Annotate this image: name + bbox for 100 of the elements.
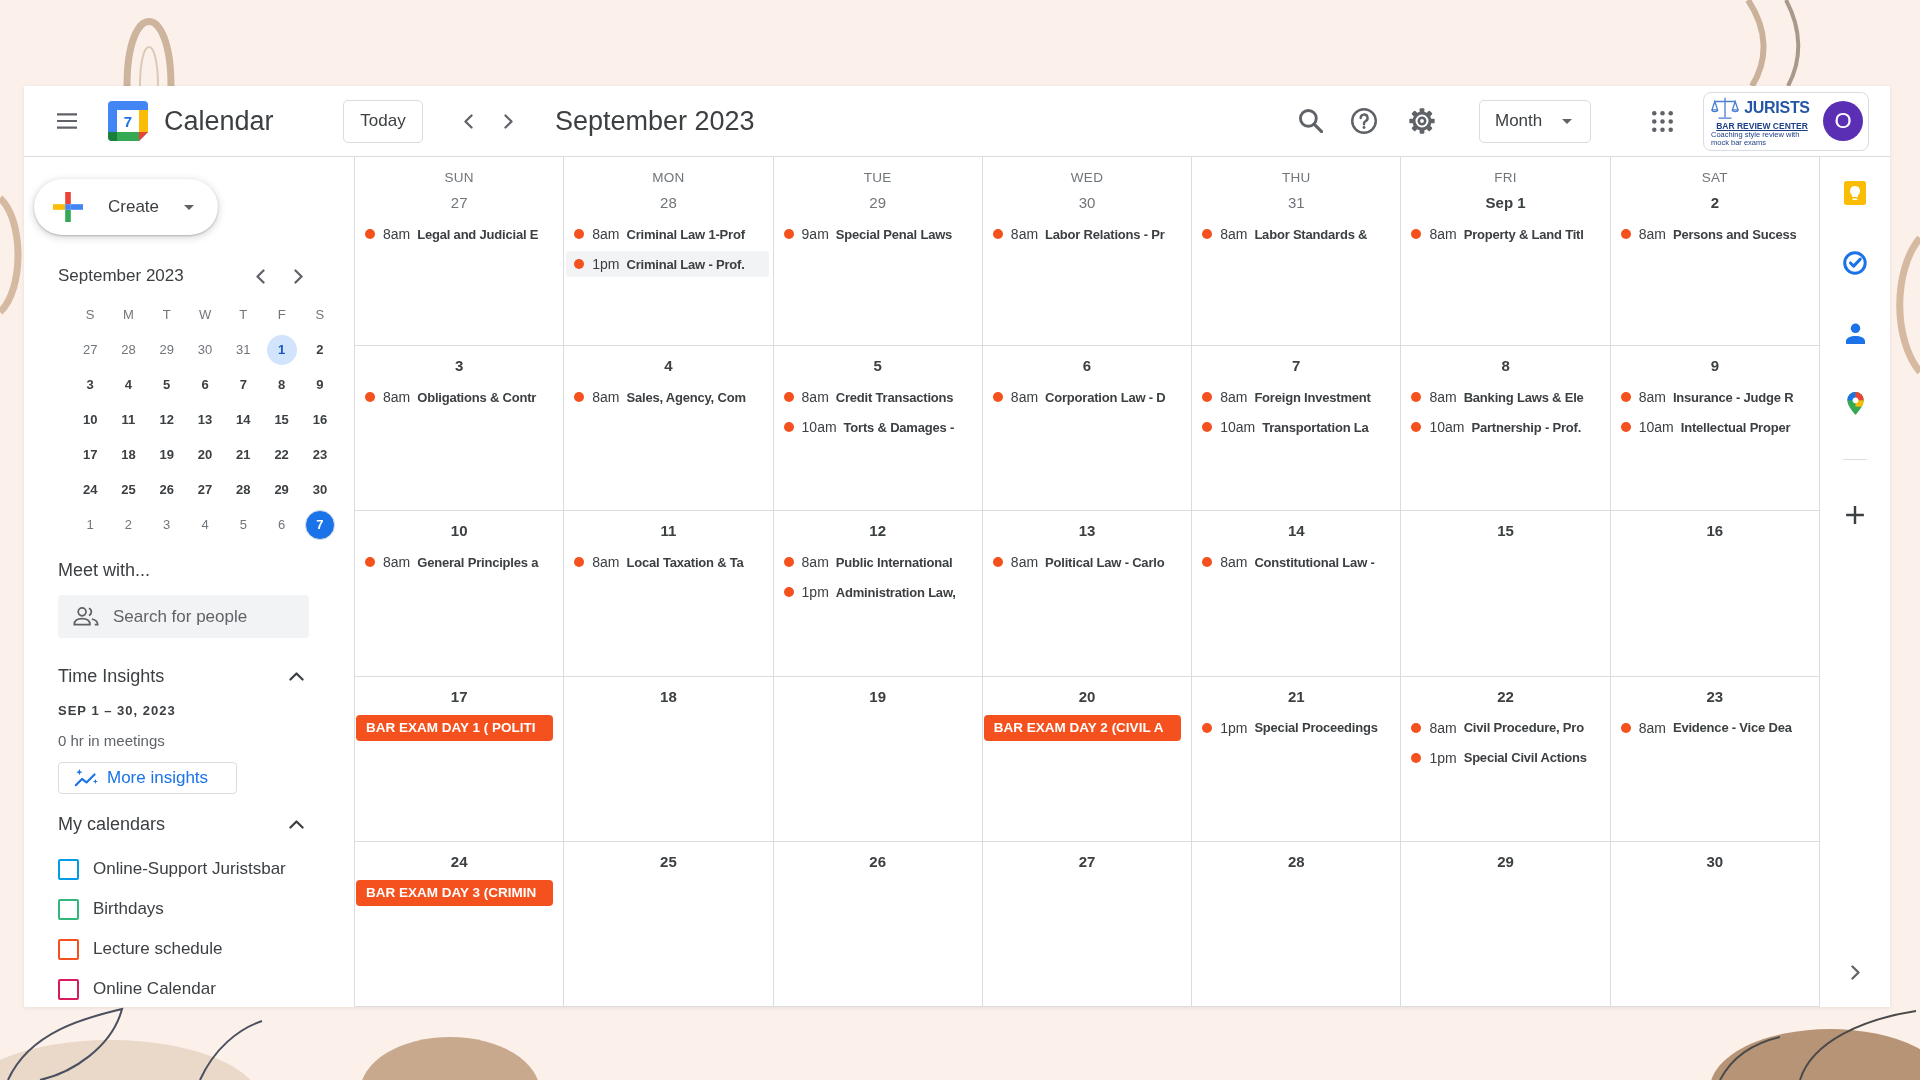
date-number[interactable]: 25 xyxy=(655,849,682,874)
event-item[interactable]: 8am Local Taxation & Ta xyxy=(566,549,769,576)
date-number[interactable]: 20 xyxy=(1073,684,1101,709)
mini-calendar-day[interactable]: 7 xyxy=(228,369,259,400)
mini-calendar-day[interactable]: 3 xyxy=(75,369,106,400)
mini-calendar-day[interactable]: 1 xyxy=(266,334,297,365)
date-number[interactable]: 10 xyxy=(445,519,473,544)
date-number[interactable]: 21 xyxy=(1282,684,1310,709)
check-circle-icon[interactable] xyxy=(1843,251,1867,275)
date-number[interactable]: 19 xyxy=(864,684,892,709)
mini-calendar-day[interactable]: 27 xyxy=(190,474,221,505)
event-item[interactable]: 8am Insurance - Judge R xyxy=(1612,384,1815,410)
today-button[interactable]: Today xyxy=(343,99,423,143)
calendar-checkbox[interactable] xyxy=(58,938,79,960)
mini-calendar-day[interactable]: 4 xyxy=(113,369,144,400)
people-search-field[interactable]: Search for people xyxy=(58,595,309,638)
date-number[interactable]: 4 xyxy=(659,354,678,378)
plus-icon[interactable] xyxy=(1846,506,1864,524)
event-item[interactable]: 8am Credit Transactions xyxy=(775,384,978,410)
event-item[interactable]: 8am Sales, Agency, Com xyxy=(566,384,769,410)
event-item[interactable]: 8am Evidence - Vice Dea xyxy=(1612,714,1815,741)
create-button[interactable]: Create xyxy=(34,179,218,235)
event-item[interactable]: 8am Persons and Sucess xyxy=(1612,221,1815,247)
date-number[interactable]: 9 xyxy=(1705,354,1724,378)
mini-calendar-day[interactable]: 31 xyxy=(228,334,259,365)
event-item[interactable]: 8am Property & Land Titl xyxy=(1403,221,1606,247)
date-number[interactable]: 13 xyxy=(1073,519,1101,544)
mini-calendar-day[interactable]: 16 xyxy=(304,404,335,435)
calendar-checkbox[interactable] xyxy=(58,858,79,880)
calendar-checkbox[interactable] xyxy=(58,978,79,1000)
date-number[interactable]: 6 xyxy=(1077,354,1097,378)
mini-calendar-day[interactable]: 27 xyxy=(75,334,106,365)
event-item[interactable]: 10am Torts & Damages - xyxy=(775,414,978,440)
date-number[interactable]: 2 xyxy=(1705,191,1724,215)
date-number[interactable]: 12 xyxy=(864,519,892,544)
date-number[interactable]: 22 xyxy=(1492,684,1519,709)
view-dropdown[interactable]: Month xyxy=(1479,99,1591,143)
date-number[interactable]: 18 xyxy=(655,684,682,709)
calendar-checkbox[interactable] xyxy=(58,898,79,920)
event-item[interactable]: 8am Public International xyxy=(775,549,978,576)
mini-calendar-day[interactable]: 22 xyxy=(266,439,297,470)
date-number[interactable]: 30 xyxy=(1701,849,1729,874)
date-number[interactable]: 16 xyxy=(1701,519,1729,544)
mini-calendar-day[interactable]: 17 xyxy=(75,439,106,470)
mini-calendar-day[interactable]: 29 xyxy=(266,474,297,505)
event-item[interactable]: 10am Intellectual Proper xyxy=(1612,414,1815,440)
mini-calendar-day[interactable]: 2 xyxy=(304,334,335,365)
date-number[interactable]: 27 xyxy=(445,191,473,215)
date-number[interactable]: 14 xyxy=(1282,519,1310,544)
event-item[interactable]: 8am Criminal Law 1-Prof xyxy=(566,221,769,247)
date-number[interactable]: 28 xyxy=(1282,849,1310,874)
mini-calendar-day[interactable]: 30 xyxy=(190,334,221,365)
date-number[interactable]: 17 xyxy=(445,684,473,709)
event-item[interactable]: 1pm Special Civil Actions xyxy=(1403,744,1606,771)
mini-calendar-day[interactable]: 20 xyxy=(190,439,221,470)
event-item[interactable]: 8am Labor Standards & xyxy=(1194,221,1397,247)
date-number[interactable]: 27 xyxy=(1073,849,1101,874)
mini-calendar-day[interactable]: 6 xyxy=(190,369,221,400)
date-number[interactable]: 26 xyxy=(864,849,892,874)
date-number[interactable]: 30 xyxy=(1073,191,1101,215)
event-item[interactable]: 8am Corporation Law - D xyxy=(984,384,1188,410)
event-item[interactable]: 1pm Criminal Law - Prof. xyxy=(566,251,769,277)
date-number[interactable]: 3 xyxy=(449,354,469,378)
mini-calendar-day[interactable]: 1 xyxy=(75,509,106,540)
mini-calendar-day[interactable]: 15 xyxy=(266,404,297,435)
event-item[interactable]: 8am Civil Procedure, Pro xyxy=(1403,714,1606,741)
more-insights-button[interactable]: More insights xyxy=(58,762,237,794)
date-number[interactable]: 5 xyxy=(868,354,887,378)
event-item[interactable]: 9am Special Penal Laws xyxy=(775,221,978,247)
event-item[interactable]: 8am Banking Laws & Ele xyxy=(1403,384,1606,410)
mini-calendar-day[interactable]: 6 xyxy=(266,509,297,540)
mini-calendar-day[interactable]: 14 xyxy=(228,404,259,435)
event-item[interactable]: 1pm Special Proceedings xyxy=(1194,714,1397,741)
event-item[interactable]: 1pm Administration Law, xyxy=(775,579,978,606)
mini-calendar-day[interactable]: 3 xyxy=(151,509,182,540)
person-icon[interactable] xyxy=(1845,322,1865,344)
mini-calendar-day[interactable]: 11 xyxy=(113,404,144,435)
date-number[interactable]: 24 xyxy=(445,849,473,874)
mini-calendar-day[interactable]: 24 xyxy=(75,474,106,505)
event-item[interactable]: 8am Foreign Investment xyxy=(1194,384,1397,410)
date-number[interactable]: 28 xyxy=(655,191,682,215)
date-number[interactable]: 29 xyxy=(1492,849,1519,874)
mini-calendar-day[interactable]: 5 xyxy=(151,369,182,400)
mini-calendar-day[interactable]: 10 xyxy=(75,404,106,435)
event-item[interactable]: 8am Labor Relations - Pr xyxy=(984,221,1188,247)
date-number[interactable]: 8 xyxy=(1496,354,1515,378)
event-item[interactable]: 8am Legal and Judicial E xyxy=(357,221,560,247)
mini-calendar-day[interactable]: 13 xyxy=(190,404,221,435)
mini-calendar-day[interactable]: 30 xyxy=(304,474,335,505)
date-number[interactable]: Sep 1 xyxy=(1480,191,1531,215)
mini-calendar-day[interactable]: 21 xyxy=(228,439,259,470)
event-item[interactable]: 10am Partnership - Prof. xyxy=(1403,414,1606,440)
date-number[interactable]: 23 xyxy=(1701,684,1729,709)
event-item[interactable]: 10am Transportation La xyxy=(1194,414,1397,440)
mini-calendar-day[interactable]: 7 xyxy=(304,509,335,540)
mini-calendar-day[interactable]: 18 xyxy=(113,439,144,470)
event-item[interactable]: 8am Political Law - Carlo xyxy=(984,549,1188,576)
mini-calendar-day[interactable]: 25 xyxy=(113,474,144,505)
event-item[interactable]: 8am Obligations & Contr xyxy=(357,384,560,410)
mini-calendar-day[interactable]: 19 xyxy=(151,439,182,470)
